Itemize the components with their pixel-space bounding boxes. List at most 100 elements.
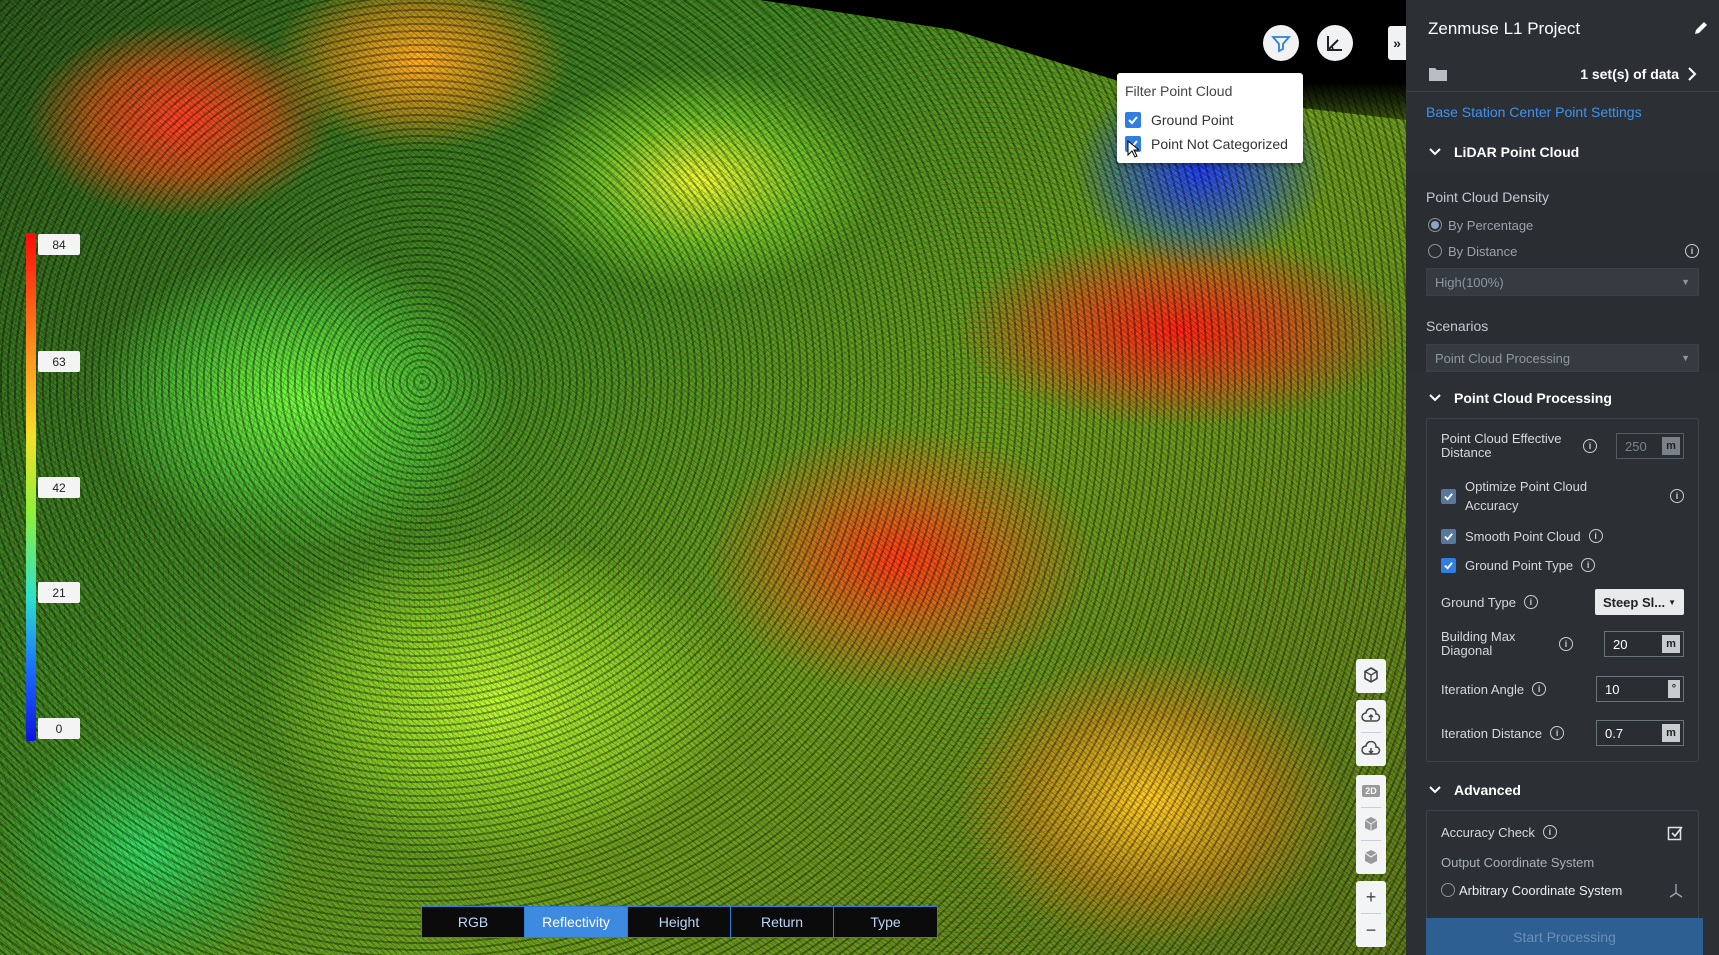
settings-panel: Zenmuse L1 Project 1 set(s) of data Base… xyxy=(1406,0,1719,955)
filter-option-ground-point[interactable]: Ground Point xyxy=(1125,108,1295,132)
building-max-input[interactable]: 20 m xyxy=(1604,631,1684,657)
unit-label: m xyxy=(1662,635,1680,653)
cloud-up-button[interactable] xyxy=(1356,700,1386,732)
checkbox-checked-icon[interactable] xyxy=(1441,557,1456,573)
radio-label: By Distance xyxy=(1448,243,1518,259)
scenarios-value: Point Cloud Processing xyxy=(1435,350,1571,366)
radio-by-percentage[interactable]: By Percentage xyxy=(1406,212,1719,238)
accuracy-check-label: Accuracy Check xyxy=(1441,824,1535,840)
radio-label: By Percentage xyxy=(1448,217,1534,233)
unit-label: m xyxy=(1662,724,1680,742)
section-lidar-point-cloud[interactable]: LiDAR Point Cloud xyxy=(1406,132,1719,172)
ground-point-type-label: Ground Point Type xyxy=(1465,557,1574,573)
caret-down-icon: ▼ xyxy=(1668,597,1676,607)
density-select[interactable]: High(100%) ▼ xyxy=(1426,268,1699,296)
ground-type-dropdown[interactable]: Steep Sl... ▼ xyxy=(1594,589,1684,615)
chevron-down-icon xyxy=(1429,786,1441,794)
effective-distance-value: 250 xyxy=(1625,438,1647,454)
ground-type-label: Ground Type xyxy=(1441,594,1516,610)
base-station-settings-link[interactable]: Base Station Center Point Settings xyxy=(1406,92,1719,132)
effective-distance-input[interactable]: 250 m xyxy=(1616,433,1684,459)
smooth-point-cloud-row[interactable]: Smooth Point Cloud i xyxy=(1427,521,1698,551)
info-icon[interactable]: i xyxy=(1523,595,1538,609)
iteration-distance-input[interactable]: 0.7 m xyxy=(1596,720,1684,746)
legend-tick: 0 xyxy=(38,718,80,739)
info-icon[interactable]: i xyxy=(1583,439,1597,453)
box-side-icon xyxy=(1364,817,1378,831)
collapse-panel-button[interactable]: » xyxy=(1388,26,1406,60)
checkbox-edit-icon[interactable] xyxy=(1667,824,1684,841)
info-icon[interactable]: i xyxy=(1588,529,1603,543)
tab-reflectivity[interactable]: Reflectivity xyxy=(525,907,628,937)
legend-tick: 63 xyxy=(38,351,80,372)
info-icon[interactable]: i xyxy=(1559,637,1573,651)
view-3d-top-button[interactable] xyxy=(1356,841,1386,873)
tab-rgb[interactable]: RGB xyxy=(422,907,525,937)
checkbox-checked-icon[interactable] xyxy=(1441,488,1456,504)
ground-point-type-row[interactable]: Ground Point Type i xyxy=(1427,551,1698,579)
measure-button[interactable] xyxy=(1317,25,1353,61)
info-icon[interactable]: i xyxy=(1685,244,1699,258)
scenarios-select[interactable]: Point Cloud Processing ▼ xyxy=(1426,344,1699,372)
checkbox-checked-icon[interactable] xyxy=(1441,528,1456,544)
zoom-in-button[interactable]: + xyxy=(1356,881,1386,913)
density-value: High(100%) xyxy=(1435,274,1504,290)
section-title: LiDAR Point Cloud xyxy=(1454,144,1580,160)
section-advanced[interactable]: Advanced xyxy=(1406,770,1719,810)
info-icon[interactable]: i xyxy=(1581,558,1596,572)
arbitrary-coord-label: Arbitrary Coordinate System xyxy=(1459,882,1623,898)
building-max-value: 20 xyxy=(1613,636,1628,652)
chevron-right-icon xyxy=(1688,66,1697,81)
cloud-down-button[interactable] xyxy=(1356,733,1386,765)
tab-type[interactable]: Type xyxy=(834,907,937,937)
checkbox-checked-icon[interactable] xyxy=(1125,112,1141,128)
iteration-distance-label: Iteration Distance xyxy=(1441,725,1543,741)
info-icon[interactable]: i xyxy=(1550,726,1565,740)
data-sets-row[interactable]: 1 set(s) of data xyxy=(1406,56,1719,92)
mouse-cursor-icon xyxy=(1127,140,1139,158)
info-icon[interactable]: i xyxy=(1542,825,1557,839)
tab-height[interactable]: Height xyxy=(628,907,731,937)
point-cloud-viewport[interactable]: 84 63 42 21 0 » Filter Point Cloud Groun… xyxy=(0,0,1406,955)
filter-option-not-categorized[interactable]: Point Not Categorized xyxy=(1125,132,1295,156)
radio-selected-icon[interactable] xyxy=(1428,218,1442,232)
start-processing-button[interactable]: Start Processing xyxy=(1426,918,1703,955)
output-coord-row: Output Coordinate System xyxy=(1427,847,1698,877)
view-3d-side-button[interactable] xyxy=(1356,808,1386,840)
iteration-distance-value: 0.7 xyxy=(1605,725,1624,741)
effective-distance-label: Point Cloud Effective Distance xyxy=(1441,431,1562,460)
edit-pencil-icon[interactable] xyxy=(1693,20,1709,36)
iteration-distance-row: Iteration Distance i 0.7 m xyxy=(1427,711,1698,755)
radio-unselected-icon[interactable] xyxy=(1441,883,1455,897)
density-label: Point Cloud Density xyxy=(1426,189,1549,205)
section-title: Advanced xyxy=(1454,782,1521,798)
view-2d-label: 2D xyxy=(1362,785,1380,797)
processing-settings-box: Point Cloud Effective Distance i 250 m O… xyxy=(1426,418,1699,762)
folder-icon xyxy=(1429,67,1447,81)
info-icon[interactable]: i xyxy=(1532,682,1547,696)
box-top-icon xyxy=(1364,850,1378,864)
radio-by-distance[interactable]: By Distance i xyxy=(1406,238,1719,264)
tab-return[interactable]: Return xyxy=(731,907,834,937)
radio-unselected-icon[interactable] xyxy=(1428,244,1442,258)
minus-icon: − xyxy=(1365,919,1377,940)
view-toolbar-reset xyxy=(1356,659,1386,693)
reset-view-button[interactable] xyxy=(1356,659,1386,691)
iteration-angle-label: Iteration Angle xyxy=(1441,681,1525,697)
reflectivity-legend-bar xyxy=(26,233,36,741)
cloud-download-icon xyxy=(1361,741,1381,755)
arbitrary-coord-row[interactable]: Arbitrary Coordinate System xyxy=(1427,877,1698,903)
section-point-cloud-processing[interactable]: Point Cloud Processing xyxy=(1406,378,1719,418)
view-2d-button[interactable]: 2D xyxy=(1356,775,1386,807)
zoom-out-button[interactable]: − xyxy=(1356,914,1386,946)
iteration-angle-row: Iteration Angle i 10 ° xyxy=(1427,667,1698,711)
filter-button[interactable] xyxy=(1263,25,1299,61)
optimize-accuracy-row[interactable]: Optimize Point Cloud Accuracy i xyxy=(1427,471,1698,521)
filter-icon xyxy=(1271,36,1291,53)
panel-header: Zenmuse L1 Project xyxy=(1406,0,1719,56)
info-icon[interactable]: i xyxy=(1670,489,1684,503)
view-toolbar-views: 2D xyxy=(1356,775,1386,874)
filter-option-label: Ground Point xyxy=(1151,112,1234,128)
optimize-accuracy-label: Optimize Point Cloud Accuracy xyxy=(1465,479,1588,513)
iteration-angle-input[interactable]: 10 ° xyxy=(1596,676,1684,702)
